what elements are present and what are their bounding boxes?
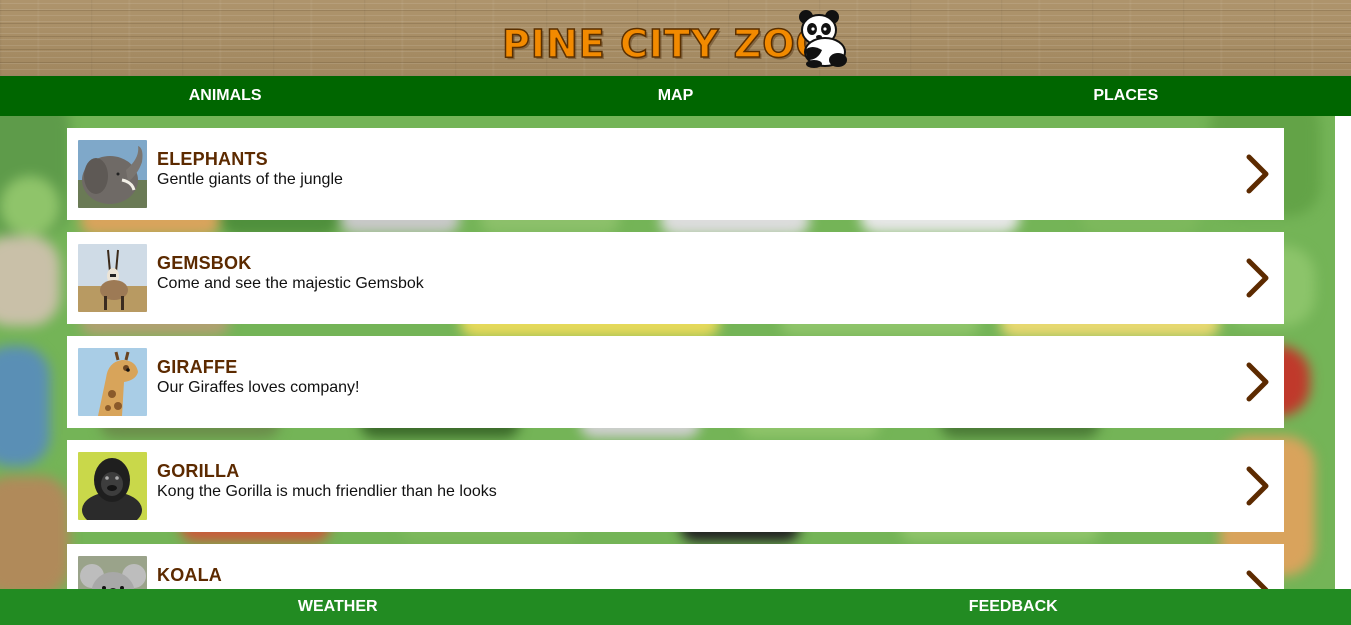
- list-item-giraffe[interactable]: GIRAFFE Our Giraffes loves company!: [67, 336, 1284, 428]
- animal-title: ELEPHANTS: [157, 149, 268, 169]
- gemsbok-photo: [78, 244, 147, 312]
- page-scrollbar-track[interactable]: [1335, 116, 1351, 589]
- animal-title: GIRAFFE: [157, 357, 238, 377]
- list-item-gemsbok[interactable]: GEMSBOK Come and see the majestic Gemsbo…: [67, 232, 1284, 324]
- animal-description: Come and see the majestic Gemsbok: [157, 275, 424, 292]
- gorilla-photo: [78, 452, 147, 520]
- chevron-right-icon: [1246, 466, 1269, 506]
- logo-text: PINE CITY ZOO: [501, 21, 829, 67]
- nav-places[interactable]: PLACES: [901, 76, 1351, 116]
- nav-feedback[interactable]: FEEDBACK: [676, 589, 1351, 625]
- elephant-photo: [78, 140, 147, 208]
- animal-title: GEMSBOK: [157, 253, 252, 273]
- panda-icon: [799, 10, 847, 68]
- animal-title: KOALA: [157, 565, 222, 585]
- nav-map[interactable]: MAP: [450, 76, 900, 116]
- site-logo[interactable]: PINE CITY ZOO: [501, 8, 852, 70]
- nav-animals[interactable]: ANIMALS: [0, 76, 450, 116]
- bottom-nav: WEATHER FEEDBACK: [0, 589, 1351, 625]
- site-header: PINE CITY ZOO: [0, 0, 1351, 76]
- animal-description: Our Giraffes loves company!: [157, 379, 360, 396]
- giraffe-photo: [78, 348, 147, 416]
- list-item-elephants[interactable]: ELEPHANTS Gentle giants of the jungle: [67, 128, 1284, 220]
- animal-title: GORILLA: [157, 461, 240, 481]
- top-nav: ANIMALS MAP PLACES: [0, 76, 1351, 116]
- chevron-right-icon: [1246, 362, 1269, 402]
- animal-description: Gentle giants of the jungle: [157, 171, 343, 188]
- list-item-gorilla[interactable]: GORILLA Kong the Gorilla is much friendl…: [67, 440, 1284, 532]
- chevron-right-icon: [1246, 258, 1269, 298]
- nav-weather[interactable]: WEATHER: [0, 589, 676, 625]
- animal-description: Kong the Gorilla is much friendlier than…: [157, 483, 497, 500]
- chevron-right-icon: [1246, 154, 1269, 194]
